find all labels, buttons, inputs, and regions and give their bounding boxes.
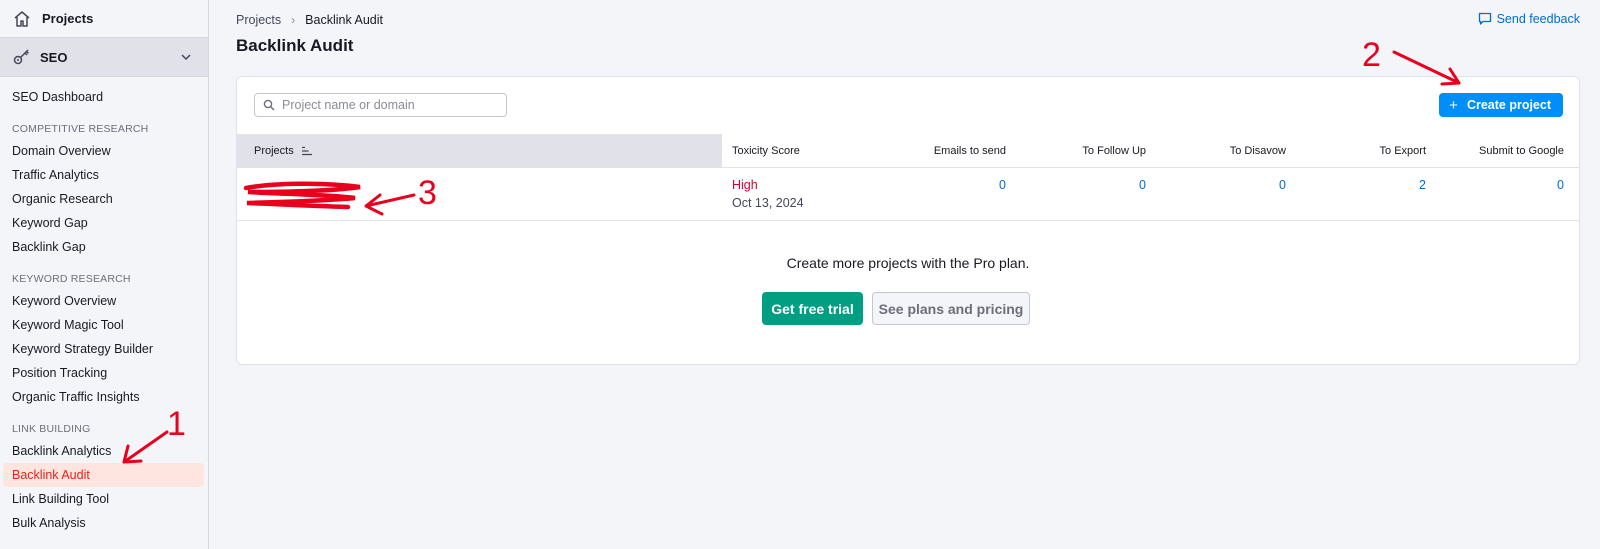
see-plans-button[interactable]: See plans and pricing	[872, 292, 1030, 325]
sidebar-item-keyword-strategy-builder[interactable]: Keyword Strategy Builder	[0, 337, 208, 361]
toxicity-date: Oct 13, 2024	[732, 196, 804, 210]
annotation-number-1: 1	[167, 405, 186, 443]
sidebar-seo-label: SEO	[40, 49, 68, 65]
search-box[interactable]	[254, 93, 507, 117]
sidebar-section-keyword-research: KEYWORD RESEARCH	[12, 273, 131, 285]
home-icon	[12, 9, 32, 29]
sidebar-projects-label: Projects	[42, 11, 94, 26]
column-header-projects-label: Projects	[254, 145, 294, 157]
cell-submit[interactable]: 0	[1427, 178, 1564, 192]
column-header-toxicity[interactable]: Toxicity Score	[732, 134, 800, 168]
sidebar-item-domain-overview[interactable]: Domain Overview	[0, 139, 208, 163]
feedback-icon	[1478, 12, 1492, 26]
table-header: Projects Toxicity Score Emails to send T…	[237, 134, 1579, 168]
column-header-export[interactable]: To Export	[1297, 134, 1426, 168]
sidebar: Projects SEO SEO Dashboard COMPETITIVE R…	[0, 0, 209, 549]
create-project-label: Create project	[1466, 98, 1551, 112]
sidebar-section-competitive-research: COMPETITIVE RESEARCH	[12, 123, 149, 135]
sidebar-item-organic-research[interactable]: Organic Research	[0, 187, 208, 211]
sidebar-item-backlink-audit[interactable]: Backlink Audit	[3, 463, 204, 487]
chevron-right-icon: ›	[291, 13, 296, 27]
get-free-trial-button[interactable]: Get free trial	[762, 292, 863, 325]
breadcrumb: Projects › Backlink Audit	[236, 13, 383, 27]
sidebar-item-link-building-tool[interactable]: Link Building Tool	[0, 487, 208, 511]
annotation-number-2: 2	[1362, 36, 1381, 74]
sidebar-item-keyword-overview[interactable]: Keyword Overview	[0, 289, 208, 313]
sidebar-item-bulk-analysis[interactable]: Bulk Analysis	[0, 511, 208, 535]
annotation-number-3: 3	[418, 174, 437, 212]
create-project-button[interactable]: + Create project	[1439, 93, 1563, 117]
column-header-follow-up[interactable]: To Follow Up	[1017, 134, 1146, 168]
column-header-emails[interactable]: Emails to send	[877, 134, 1006, 168]
search-icon	[263, 99, 275, 111]
redacted-project-name	[243, 181, 361, 210]
search-input[interactable]	[282, 98, 502, 112]
sidebar-item-seo-dashboard[interactable]: SEO Dashboard	[0, 85, 208, 109]
sidebar-item-traffic-analytics[interactable]: Traffic Analytics	[0, 163, 208, 187]
plus-icon: +	[1449, 96, 1458, 114]
projects-card: + Create project Projects Toxicity Score…	[236, 76, 1580, 365]
column-header-projects[interactable]: Projects	[237, 134, 722, 168]
page-title: Backlink Audit	[236, 36, 354, 55]
send-feedback-label: Send feedback	[1496, 12, 1580, 26]
sidebar-item-backlink-gap[interactable]: Backlink Gap	[0, 235, 208, 259]
sidebar-item-keyword-magic-tool[interactable]: Keyword Magic Tool	[0, 313, 208, 337]
cell-emails[interactable]: 0	[877, 178, 1006, 192]
column-header-submit[interactable]: Submit to Google	[1427, 134, 1564, 168]
seo-key-icon	[12, 47, 32, 67]
sidebar-projects-link[interactable]: Projects	[0, 0, 208, 37]
cell-follow-up[interactable]: 0	[1017, 178, 1146, 192]
breadcrumb-projects-link[interactable]: Projects	[236, 13, 281, 27]
toxicity-level: High	[732, 178, 758, 192]
sort-icon	[301, 146, 313, 156]
sidebar-item-position-tracking[interactable]: Position Tracking	[0, 361, 208, 385]
send-feedback-link[interactable]: Send feedback	[1478, 12, 1580, 26]
sidebar-nav-list: SEO Dashboard COMPETITIVE RESEARCH Domai…	[0, 77, 208, 535]
toxicity-cell: High Oct 13, 2024	[732, 178, 804, 210]
column-header-disavow[interactable]: To Disavow	[1157, 134, 1286, 168]
breadcrumb-current: Backlink Audit	[305, 13, 383, 27]
chevron-down-icon	[180, 51, 192, 63]
upsell-text: Create more projects with the Pro plan.	[786, 255, 1030, 271]
table-row[interactable]: High Oct 13, 2024 0 0 0 2 0	[237, 168, 1579, 221]
sidebar-item-keyword-gap[interactable]: Keyword Gap	[0, 211, 208, 235]
cell-export[interactable]: 2	[1297, 178, 1426, 192]
cell-disavow[interactable]: 0	[1157, 178, 1286, 192]
sidebar-seo-toggle[interactable]: SEO	[0, 37, 208, 77]
